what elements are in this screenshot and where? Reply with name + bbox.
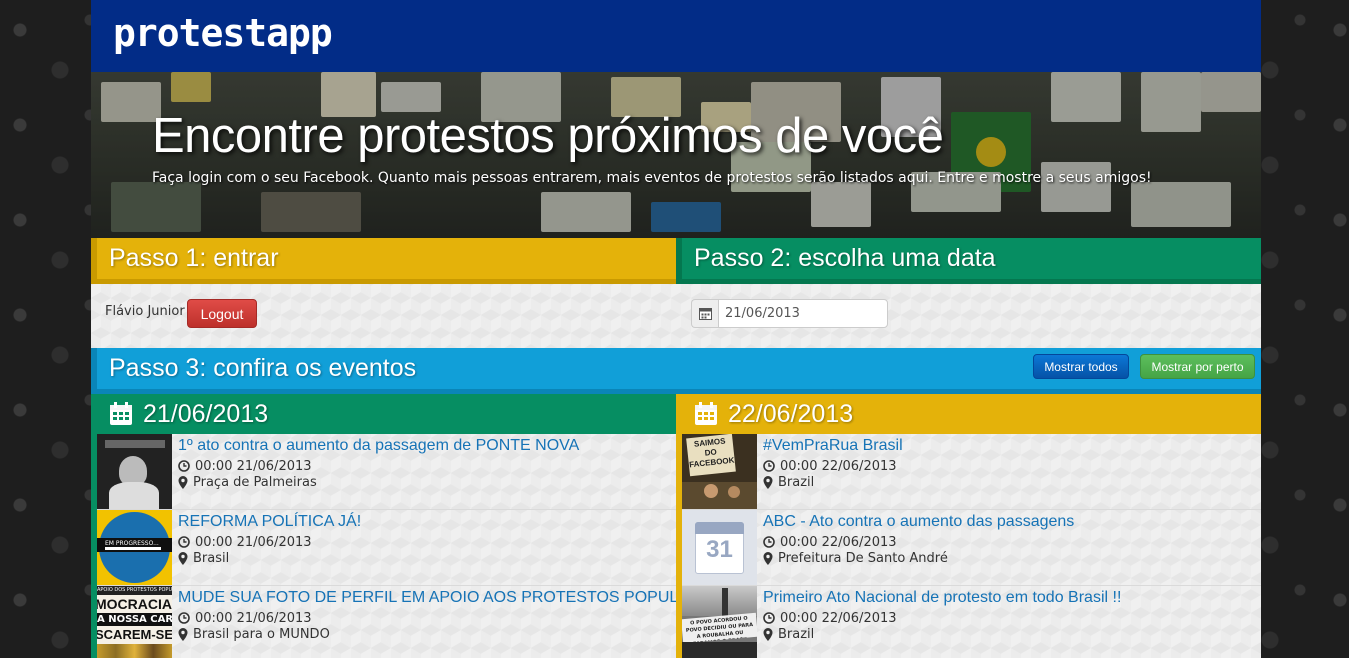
logout-button[interactable]: Logout: [187, 299, 257, 328]
event-location: Brazil: [778, 626, 815, 642]
event-item[interactable]: SAIMOS DO FACEBOOK #VemPraRua Brasil 00:…: [682, 434, 1261, 510]
step3-title: Passo 3: confira os eventos: [109, 354, 417, 382]
map-marker-icon: [763, 627, 773, 641]
step1-title: Passo 1: entrar: [109, 244, 279, 272]
page-container: protestapp Encontre protestos próximos d…: [91, 0, 1261, 658]
date-input[interactable]: [718, 299, 888, 328]
map-marker-icon: [763, 475, 773, 489]
step2-body: [676, 284, 1261, 348]
event-location: Brasil para o MUNDO: [193, 626, 330, 642]
event-title-link[interactable]: REFORMA POLÍTICA JÁ!: [178, 513, 361, 531]
clock-icon: [178, 460, 190, 472]
date-picker: [691, 299, 888, 328]
steps-row: Passo 1: entrar Flávio Junior Logout Pas…: [91, 238, 1261, 348]
day-date: 22/06/2013: [728, 399, 854, 428]
event-location: Prefeitura De Santo André: [778, 550, 948, 566]
event-title-link[interactable]: MUDE SUA FOTO DE PERFIL EM APOIO AOS PRO…: [178, 589, 722, 607]
step2-panel: Passo 2: escolha uma data: [676, 238, 1261, 348]
map-marker-icon: [178, 475, 188, 489]
event-thumbnail: APOIO DOS PROTESTOS POPULARES MOCRACIA A…: [97, 586, 172, 658]
clock-icon: [763, 460, 775, 472]
event-time: 00:00 21/06/2013: [195, 534, 312, 550]
event-item[interactable]: APOIO DOS PROTESTOS POPULARES MOCRACIA A…: [97, 586, 722, 658]
app-logo[interactable]: protestapp: [113, 11, 333, 55]
event-time: 00:00 22/06/2013: [780, 534, 897, 550]
thumb-text: EM PROGRESSO...: [105, 540, 159, 547]
event-thumbnail: SAIMOS DO FACEBOOK: [682, 434, 757, 509]
thumb-text: O POVO ACORDOU O POVO DECIDIU OU PARA A …: [682, 612, 757, 644]
event-location: Brasil: [193, 550, 230, 566]
event-time: 00:00 21/06/2013: [195, 610, 312, 626]
show-all-button[interactable]: Mostrar todos: [1033, 354, 1129, 379]
navbar: protestapp: [91, 0, 1261, 72]
calendar-icon: [110, 402, 132, 425]
step3-panel: Passo 3: confira os eventos Mostrar todo…: [91, 348, 1261, 394]
event-thumbnail: O POVO ACORDOU O POVO DECIDIU OU PARA A …: [682, 586, 757, 658]
user-name: Flávio Junior: [105, 304, 185, 319]
hero-banner: Encontre protestos próximos de você Faça…: [91, 72, 1261, 238]
event-item[interactable]: 31 ABC - Ato contra o aumento das passag…: [682, 510, 1261, 586]
map-marker-icon: [178, 551, 188, 565]
event-title-link[interactable]: ABC - Ato contra o aumento das passagens: [763, 513, 1074, 531]
event-title-link[interactable]: #VemPraRua Brasil: [763, 437, 903, 455]
event-location: Brazil: [778, 474, 815, 490]
day-header: 22/06/2013: [676, 394, 1261, 434]
event-title-link[interactable]: 1º ato contra o aumento da passagem de P…: [178, 437, 579, 455]
event-time: 00:00 21/06/2013: [195, 458, 312, 474]
map-marker-icon: [763, 551, 773, 565]
day-header: 21/06/2013: [91, 394, 676, 434]
map-marker-icon: [178, 627, 188, 641]
show-nearby-button[interactable]: Mostrar por perto: [1140, 354, 1255, 379]
clock-icon: [763, 536, 775, 548]
step1-header: Passo 1: entrar: [91, 238, 676, 284]
event-title-link[interactable]: Primeiro Ato Nacional de protesto em tod…: [763, 589, 1121, 607]
event-time: 00:00 22/06/2013: [780, 610, 897, 626]
events-column-day2: 22/06/2013 SAIMOS DO FACEBOOK #VemPraRua…: [676, 394, 1261, 658]
calendar-icon[interactable]: [691, 299, 718, 328]
event-thumbnail: 31: [682, 510, 757, 585]
hero-subtitle: Faça login com o seu Facebook. Quanto ma…: [152, 170, 1152, 186]
thumb-text: 31: [706, 536, 733, 563]
hero-title: Encontre protestos próximos de você: [152, 109, 944, 163]
step2-header: Passo 2: escolha uma data: [676, 238, 1261, 284]
event-thumbnail: [97, 434, 172, 509]
event-time: 00:00 22/06/2013: [780, 458, 897, 474]
step1-body: Flávio Junior Logout: [91, 284, 676, 348]
step1-panel: Passo 1: entrar Flávio Junior Logout: [91, 238, 676, 348]
clock-icon: [178, 536, 190, 548]
thumb-text: APOIO DOS PROTESTOS POPULARES: [97, 586, 172, 595]
event-location: Praça de Palmeiras: [193, 474, 317, 490]
event-item[interactable]: EM PROGRESSO... REFORMA POLÍTICA JÁ! 00:…: [97, 510, 676, 586]
events-column-day1: 21/06/2013 1º ato contra o aumento da pa…: [91, 394, 722, 658]
step2-title: Passo 2: escolha uma data: [694, 244, 996, 272]
thumb-text: MOCRACIA: [97, 596, 172, 612]
day-date: 21/06/2013: [143, 399, 269, 428]
clock-icon: [178, 612, 190, 624]
events-columns: 21/06/2013 1º ato contra o aumento da pa…: [91, 394, 1261, 658]
calendar-icon: [695, 402, 717, 425]
thumb-text: SCAREM-SE: [97, 627, 172, 642]
event-item[interactable]: 1º ato contra o aumento da passagem de P…: [97, 434, 676, 510]
thumb-text: A NOSSA CARA: [97, 613, 172, 626]
event-item[interactable]: O POVO ACORDOU O POVO DECIDIU OU PARA A …: [682, 586, 1261, 658]
clock-icon: [763, 612, 775, 624]
event-thumbnail: EM PROGRESSO...: [97, 510, 172, 585]
